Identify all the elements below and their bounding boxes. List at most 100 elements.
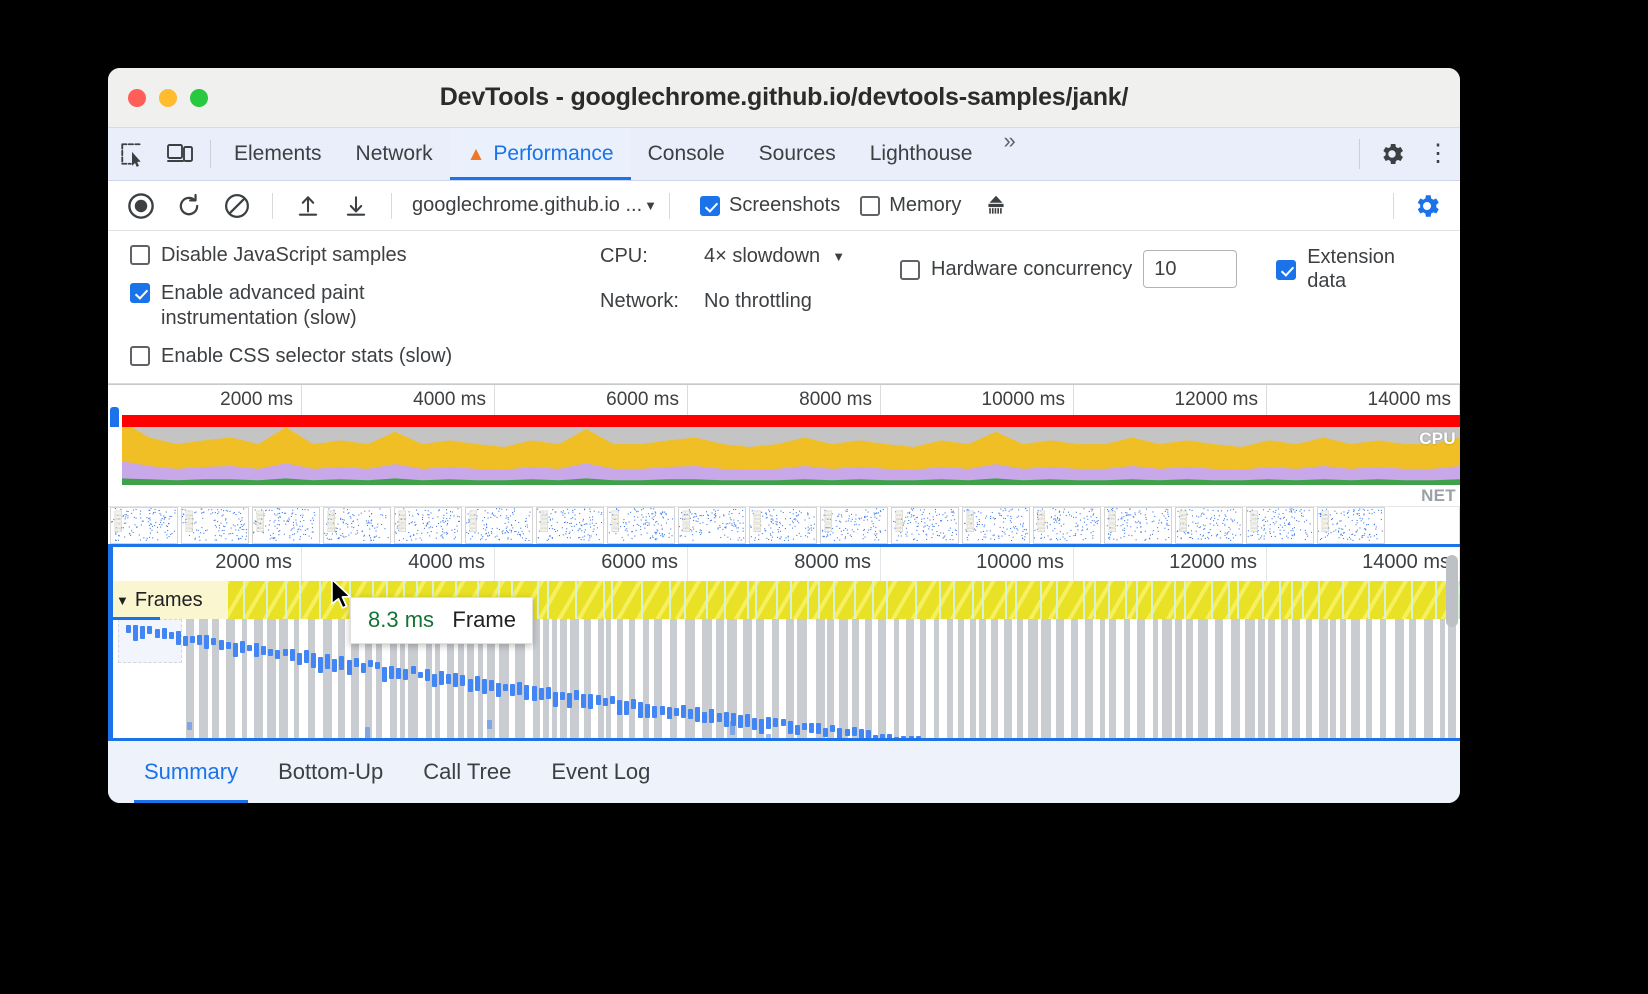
frame-marker[interactable] (674, 708, 679, 717)
frame-marker[interactable] (283, 649, 288, 657)
flame-bar[interactable] (654, 619, 662, 738)
flame-bar[interactable] (1281, 619, 1289, 738)
flame-bar[interactable] (1215, 619, 1223, 738)
frame-marker[interactable] (574, 690, 579, 700)
frame-marker[interactable] (916, 736, 921, 738)
flame-bar[interactable] (1292, 619, 1300, 738)
flame-bar[interactable] (606, 619, 611, 738)
flame-bar[interactable] (991, 619, 998, 738)
flame-bar[interactable] (1109, 619, 1116, 738)
frame-marker[interactable] (475, 676, 480, 691)
frame-marker[interactable] (432, 674, 437, 687)
flame-bar[interactable] (338, 619, 344, 738)
flame-bar[interactable] (533, 619, 541, 738)
filmstrip-screenshot[interactable] (181, 507, 249, 544)
overview-filmstrip[interactable] (108, 507, 1460, 544)
frame-marker[interactable] (880, 734, 885, 738)
frame-marker[interactable] (730, 721, 735, 735)
frame-marker[interactable] (211, 638, 216, 644)
screenshots-checkbox[interactable]: Screenshots (700, 194, 840, 217)
frame-marker[interactable] (652, 706, 657, 718)
flame-bar[interactable] (816, 619, 825, 738)
frames-chart-area[interactable] (108, 619, 1460, 738)
flame-bar[interactable] (1071, 619, 1078, 738)
frame-marker[interactable] (169, 632, 174, 640)
flame-bar[interactable] (878, 619, 886, 738)
flame-bar[interactable] (584, 619, 592, 738)
flame-bar[interactable] (1124, 619, 1131, 738)
load-profile-icon[interactable] (285, 186, 331, 226)
frame-marker[interactable] (487, 720, 492, 729)
flame-bar[interactable] (1245, 619, 1254, 738)
flame-bar[interactable] (1351, 619, 1360, 738)
filmstrip-screenshot[interactable] (1317, 507, 1385, 544)
flame-bar[interactable] (323, 619, 332, 738)
frame-marker[interactable] (347, 660, 352, 675)
flame-bar[interactable] (226, 619, 235, 738)
flame-bar[interactable] (979, 619, 987, 738)
frame-marker[interactable] (382, 667, 387, 682)
filmstrip-screenshot[interactable] (323, 507, 391, 544)
flame-bar[interactable] (1395, 619, 1404, 738)
flame-bar[interactable] (797, 619, 806, 738)
frame-marker[interactable] (468, 679, 473, 692)
tab-network[interactable]: Network (339, 128, 450, 180)
frame-marker[interactable] (155, 629, 160, 638)
filmstrip-screenshot[interactable] (607, 507, 675, 544)
frame-marker[interactable] (187, 722, 192, 730)
frame-marker[interactable] (311, 653, 316, 668)
flame-bar[interactable] (685, 619, 695, 738)
frame-marker[interactable] (460, 675, 465, 686)
inspect-icon[interactable] (108, 128, 156, 180)
frame-marker[interactable] (688, 709, 693, 719)
flame-bar[interactable] (1366, 619, 1371, 738)
frame-marker[interactable] (553, 692, 558, 708)
flame-bar[interactable] (242, 619, 247, 738)
flame-bar[interactable] (1085, 619, 1093, 738)
frame-marker[interactable] (290, 649, 295, 661)
clear-icon[interactable] (214, 186, 260, 226)
filmstrip-screenshot[interactable] (1246, 507, 1314, 544)
flame-bar[interactable] (1409, 619, 1417, 738)
frame-marker[interactable] (567, 693, 572, 708)
timeline-flame-chart-pane[interactable]: 2000 ms 4000 ms 6000 ms 8000 ms 10000 ms… (108, 544, 1460, 741)
frame-marker[interactable] (219, 640, 224, 650)
frame-marker[interactable] (126, 625, 131, 632)
frame-marker[interactable] (275, 650, 280, 658)
frames-track[interactable] (108, 581, 1460, 619)
flame-bar[interactable] (543, 619, 549, 738)
frame-marker[interactable] (702, 712, 707, 722)
flame-bar[interactable] (1380, 619, 1387, 738)
frame-marker[interactable] (681, 705, 686, 718)
flame-bar[interactable] (1440, 619, 1446, 738)
flame-bar[interactable] (1100, 619, 1105, 738)
frame-marker[interactable] (894, 737, 899, 738)
flame-bar[interactable] (1306, 619, 1312, 738)
flame-bar[interactable] (598, 619, 605, 738)
frame-marker[interactable] (852, 727, 857, 736)
collapse-triangle-icon[interactable]: ▼ (116, 593, 129, 608)
frame-marker[interactable] (887, 734, 892, 738)
frame-marker[interactable] (581, 694, 586, 708)
filmstrip-screenshot[interactable] (1104, 507, 1172, 544)
flame-bar[interactable] (552, 619, 558, 738)
filmstrip-screenshot[interactable] (820, 507, 888, 544)
flame-bar[interactable] (958, 619, 964, 738)
frame-marker[interactable] (752, 718, 757, 731)
frame-marker[interactable] (788, 721, 793, 734)
flame-bar[interactable] (1137, 619, 1145, 738)
frame-marker[interactable] (830, 725, 835, 731)
flame-bar[interactable] (1186, 619, 1192, 738)
filmstrip-screenshot[interactable] (678, 507, 746, 544)
frame-marker[interactable] (361, 663, 366, 673)
frame-marker[interactable] (717, 713, 722, 721)
capture-settings-gear-icon[interactable] (1404, 186, 1450, 226)
flame-bar[interactable] (279, 619, 288, 738)
frame-marker[interactable] (709, 709, 714, 723)
frame-marker[interactable] (489, 680, 494, 691)
frame-marker[interactable] (596, 695, 601, 705)
more-options-icon[interactable]: ⋮ (1416, 144, 1460, 163)
frame-marker[interactable] (510, 684, 515, 696)
flame-bar[interactable] (670, 619, 677, 738)
flame-bar[interactable] (212, 619, 219, 738)
